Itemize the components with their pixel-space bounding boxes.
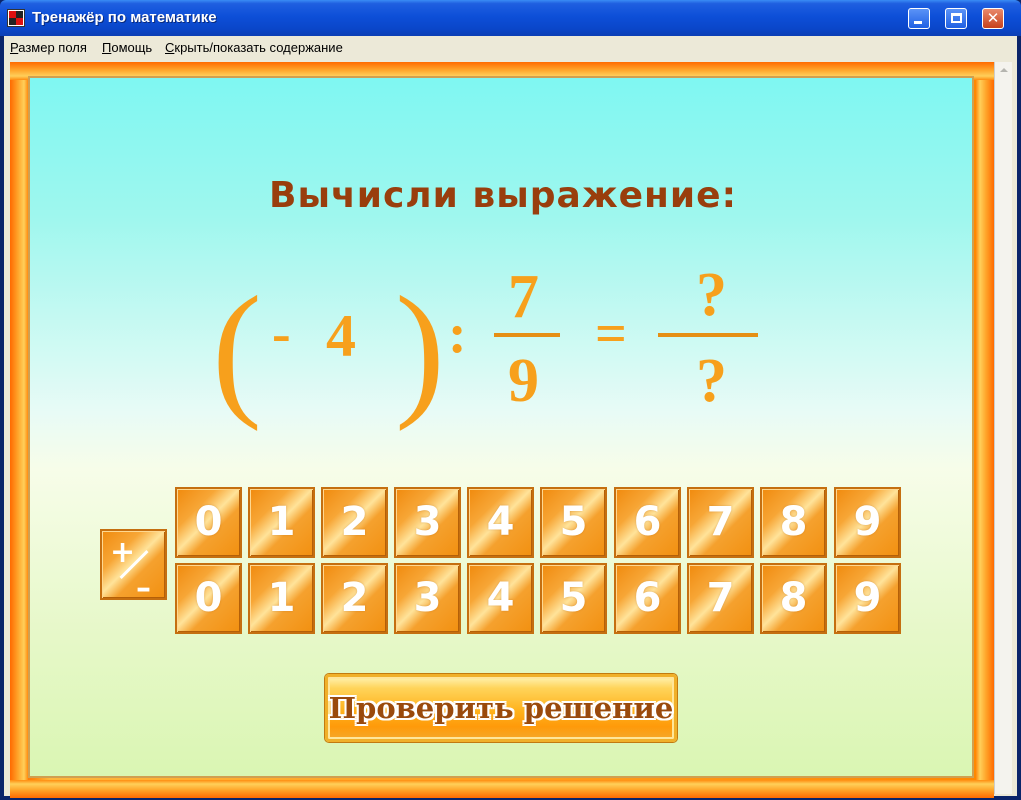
minimize-button[interactable]	[908, 8, 930, 29]
numerator-digit-2[interactable]: 2	[321, 487, 388, 558]
scroll-up-icon[interactable]	[996, 63, 1012, 79]
denominator-digit-3[interactable]: 3	[394, 563, 461, 634]
denominator-digit-4[interactable]: 4	[467, 563, 534, 634]
task-heading: Вычисли выражение:	[269, 175, 737, 216]
numerator-digit-3[interactable]: 3	[394, 487, 461, 558]
numerator-digit-4[interactable]: 4	[467, 487, 534, 558]
maximize-icon	[951, 13, 962, 23]
check-solution-button[interactable]: Проверить решение	[325, 674, 677, 742]
sign-toggle-button[interactable]: + –	[100, 529, 167, 606]
division-operator: :	[448, 303, 467, 365]
denominator-digit-8[interactable]: 8	[760, 563, 827, 634]
denominator-digit-1[interactable]: 1	[248, 563, 315, 634]
numerator-digit-0[interactable]: 0	[175, 487, 242, 558]
equals-sign: =	[595, 303, 627, 365]
game-board: Вычисли выражение: ( - 4 ) : 7 9 = ? ? +…	[28, 76, 974, 778]
answer-fraction-bar	[658, 333, 758, 337]
menu-field-size[interactable]: Размер поля	[10, 40, 87, 55]
answer-numerator[interactable]: ?	[696, 264, 727, 326]
numerator-digit-5[interactable]: 5	[540, 487, 607, 558]
window-title: Тренажёр по математике	[32, 9, 217, 26]
minimize-icon	[914, 21, 922, 24]
minus-icon: –	[136, 571, 151, 606]
whole-number: 4	[326, 303, 356, 369]
app-icon[interactable]	[7, 9, 25, 27]
vertical-scrollbar[interactable]	[994, 62, 1012, 794]
numerator-digit-1[interactable]: 1	[248, 487, 315, 558]
numerator-digit-6[interactable]: 6	[614, 487, 681, 558]
game-frame: Вычисли выражение: ( - 4 ) : 7 9 = ? ? +…	[10, 62, 994, 798]
close-paren: )	[395, 266, 445, 432]
close-button[interactable]: ✕	[982, 8, 1004, 29]
fraction-bar	[494, 333, 560, 337]
fraction-numerator: 7	[508, 263, 539, 331]
fraction-denominator: 9	[508, 347, 539, 415]
denominator-digit-6[interactable]: 6	[614, 563, 681, 634]
maximize-button[interactable]	[945, 8, 967, 29]
denominator-digit-2[interactable]: 2	[321, 563, 388, 634]
denominator-digit-9[interactable]: 9	[834, 563, 901, 634]
title-bar: Тренажёр по математике ✕	[0, 0, 1021, 36]
denominator-digit-7[interactable]: 7	[687, 563, 754, 634]
open-paren: (	[212, 266, 262, 432]
menu-toggle-contents[interactable]: Скрыть/показать содержание	[165, 40, 343, 55]
menu-bar: Размер поля Помощь Скрыть/показать содер…	[4, 36, 1017, 58]
close-icon: ✕	[986, 9, 1000, 27]
denominator-digit-5[interactable]: 5	[540, 563, 607, 634]
numerator-digit-7[interactable]: 7	[687, 487, 754, 558]
menu-help[interactable]: Помощь	[102, 40, 152, 55]
answer-denominator[interactable]: ?	[696, 350, 727, 412]
sign-minus: -	[272, 303, 291, 365]
numerator-digit-9[interactable]: 9	[834, 487, 901, 558]
numerator-digit-8[interactable]: 8	[760, 487, 827, 558]
denominator-digit-0[interactable]: 0	[175, 563, 242, 634]
check-solution-label: Проверить решение	[328, 691, 674, 725]
